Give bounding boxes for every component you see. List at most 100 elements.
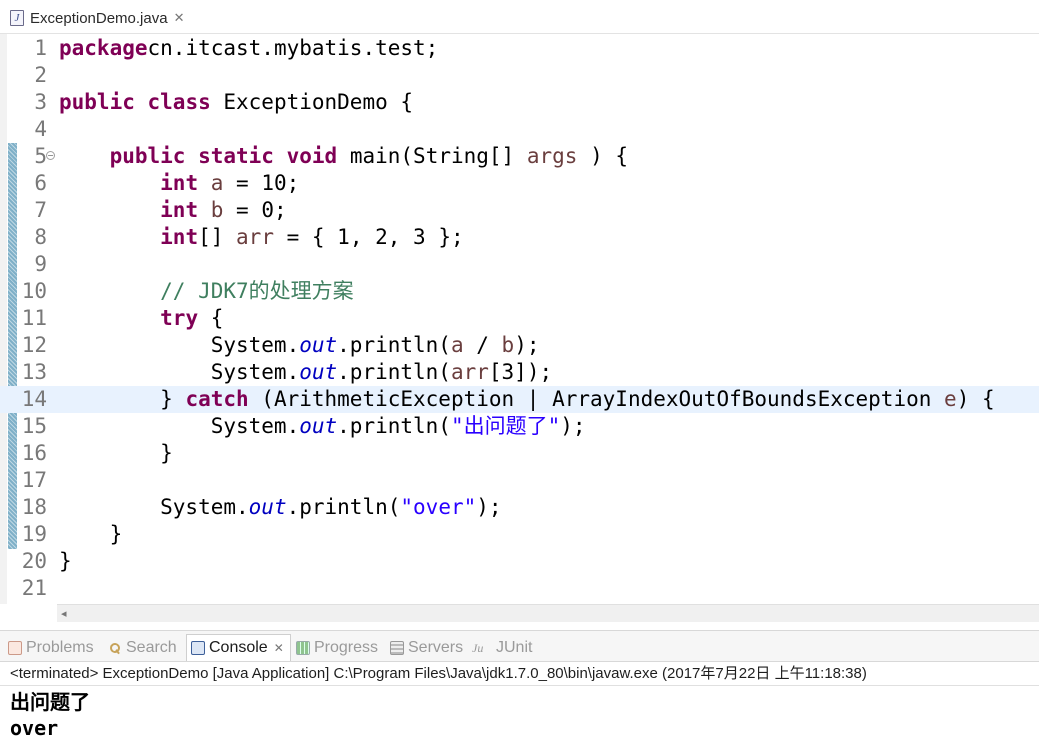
- code-line[interactable]: 14 } catch (ArithmeticException | ArrayI…: [0, 386, 1039, 413]
- code-editor[interactable]: 1 packagecn.itcast.mybatis.test; 2 3 public …: [0, 34, 1039, 604]
- code-line[interactable]: 19 }: [0, 521, 1039, 548]
- code-token: }: [59, 387, 186, 411]
- code-token: {: [198, 306, 224, 330]
- line-number: 7: [34, 198, 47, 222]
- code-token: System.: [59, 495, 249, 519]
- view-tab-progress[interactable]: Progress: [296, 634, 378, 661]
- code-line[interactable]: 18 System.out.println("over");: [0, 494, 1039, 521]
- editor-tab-bar: J ExceptionDemo.java ✕: [0, 0, 1039, 34]
- code-token: out: [299, 360, 338, 384]
- console-icon: [191, 641, 205, 655]
- code-line[interactable]: 20}: [0, 548, 1039, 575]
- code-line[interactable]: 2: [0, 62, 1039, 89]
- console-output-line: 出问题了: [10, 690, 90, 714]
- line-number: 4: [34, 117, 47, 141]
- servers-icon: [390, 640, 404, 655]
- code-line[interactable]: 17: [0, 467, 1039, 494]
- close-icon[interactable]: ✕: [274, 641, 284, 655]
- line-number: 5: [34, 144, 47, 168]
- code-token: b: [501, 333, 515, 357]
- code-token: /: [463, 333, 502, 357]
- fold-collapse-icon[interactable]: −: [46, 151, 55, 160]
- line-number: 20: [21, 549, 47, 573]
- scroll-left-arrow-icon[interactable]: ◂: [61, 605, 67, 622]
- code-text: packagecn.itcast.mybatis.test;: [59, 35, 438, 62]
- code-token: public: [59, 90, 135, 114]
- code-token: b: [210, 198, 224, 222]
- code-line[interactable]: 13 System.out.println(arr[3]);: [0, 359, 1039, 386]
- view-tab-problems[interactable]: Problems: [8, 634, 94, 661]
- code-line[interactable]: 15 System.out.println("出问题了");: [0, 413, 1039, 440]
- view-tab-label: Console: [209, 639, 268, 656]
- line-number: 3: [34, 90, 47, 114]
- code-token: .println(: [337, 333, 451, 357]
- code-token: .println(: [286, 495, 401, 519]
- code-line[interactable]: 5− public static void main(String[] args…: [0, 143, 1039, 170]
- line-number: 13: [21, 360, 47, 384]
- view-tab-bar: Problems Search Console ✕ Progress Servers Ju J…: [0, 630, 1039, 662]
- code-line[interactable]: 6 int a = 10;: [0, 170, 1039, 197]
- line-number: 11: [21, 306, 47, 330]
- line-number: 14: [21, 387, 47, 411]
- view-tab-search[interactable]: Search: [108, 634, 177, 661]
- code-token: class: [147, 90, 211, 114]
- view-tab-label: JUnit: [496, 638, 533, 656]
- code-line[interactable]: 7 int b = 0;: [0, 197, 1039, 224]
- code-token: int: [160, 225, 199, 249]
- code-line[interactable]: 8 int[] arr = { 1, 2, 3 };: [0, 224, 1039, 251]
- code-text: }: [59, 521, 123, 548]
- code-token: int: [160, 198, 199, 222]
- line-number: 8: [34, 225, 47, 249]
- line-number: 10: [21, 279, 47, 303]
- code-token: .println(: [337, 360, 451, 384]
- code-token: .println(: [337, 414, 451, 438]
- code-line[interactable]: 10 // JDK7的处理方案: [0, 278, 1039, 305]
- code-token: catch: [185, 387, 249, 411]
- code-token: ) {: [577, 144, 628, 168]
- code-line[interactable]: 21: [0, 575, 1039, 602]
- code-text: // JDK7的处理方案: [59, 278, 354, 305]
- code-line[interactable]: 12 System.out.println(a / b);: [0, 332, 1039, 359]
- line-number: 16: [21, 441, 47, 465]
- code-token: e: [944, 387, 957, 411]
- code-text: int[] arr = { 1, 2, 3 };: [59, 224, 463, 251]
- code-token: ) {: [956, 387, 995, 411]
- view-tab-console[interactable]: Console ✕: [186, 634, 291, 661]
- line-number: 9: [34, 252, 47, 276]
- view-tab-junit[interactable]: Ju JUnit: [472, 634, 532, 661]
- console-output[interactable]: 出问题了 over: [10, 689, 1030, 741]
- code-token: try: [160, 306, 199, 330]
- code-token: }: [59, 549, 72, 573]
- code-line[interactable]: 16 }: [0, 440, 1039, 467]
- console-output-line: over: [10, 716, 59, 740]
- console-divider: [0, 685, 1039, 686]
- code-line[interactable]: 4: [0, 116, 1039, 143]
- code-text: public static void main(String[] args ) …: [59, 143, 628, 170]
- editor-horizontal-scrollbar[interactable]: ◂: [57, 604, 1039, 622]
- code-text: } catch (ArithmeticException | ArrayInde…: [59, 386, 995, 413]
- code-token: [3]);: [488, 360, 553, 384]
- code-text: System.out.println("出问题了");: [59, 413, 586, 440]
- code-token: }: [59, 522, 123, 546]
- view-tab-servers[interactable]: Servers: [390, 634, 463, 661]
- code-line[interactable]: 9: [0, 251, 1039, 278]
- editor-tab-label: ExceptionDemo.java: [30, 9, 168, 27]
- close-icon[interactable]: ✕: [174, 10, 185, 26]
- code-line[interactable]: 1 packagecn.itcast.mybatis.test;: [0, 35, 1039, 62]
- editor-tab-exceptiondemo[interactable]: J ExceptionDemo.java ✕: [4, 4, 204, 32]
- code-text: int b = 0;: [59, 197, 286, 224]
- code-token: int: [160, 171, 199, 195]
- code-text: System.out.println(a / b);: [59, 332, 540, 359]
- code-line[interactable]: 3 public class ExceptionDemo {: [0, 89, 1039, 116]
- java-file-icon: J: [10, 10, 24, 26]
- code-token: System.: [59, 360, 300, 384]
- code-text: public class ExceptionDemo {: [59, 89, 413, 116]
- code-text: try {: [59, 305, 223, 332]
- view-tab-label: Servers: [408, 638, 464, 656]
- code-line[interactable]: 11 try {: [0, 305, 1039, 332]
- line-number: 19: [21, 522, 47, 546]
- code-text: }: [59, 440, 173, 467]
